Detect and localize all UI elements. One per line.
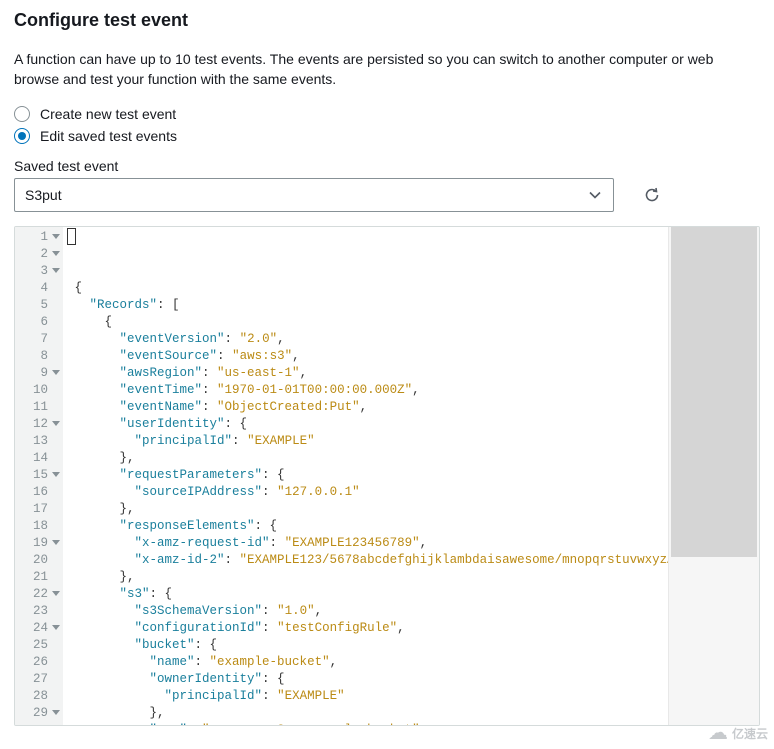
radio-icon — [14, 128, 30, 144]
editor-scrollbar-thumb[interactable] — [671, 227, 757, 557]
saved-event-label: Saved test event — [14, 158, 760, 174]
refresh-button[interactable] — [642, 185, 662, 205]
radio-label: Create new test event — [40, 106, 176, 122]
radio-icon — [14, 106, 30, 122]
editor-code[interactable]: { "Records": [ { "eventVersion": "2.0", … — [63, 227, 668, 725]
json-editor[interactable]: 1234567891011121314151617181920212223242… — [14, 226, 760, 726]
saved-event-select[interactable]: S3put — [14, 178, 614, 212]
chevron-down-icon — [585, 185, 605, 205]
editor-gutter: 1234567891011121314151617181920212223242… — [15, 227, 63, 725]
radio-label: Edit saved test events — [40, 128, 177, 144]
edit-saved-events-radio[interactable]: Edit saved test events — [14, 128, 760, 144]
editor-cursor — [67, 228, 76, 245]
cloud-icon: ☁ — [708, 723, 728, 743]
event-mode-radio-group: Create new test event Edit saved test ev… — [14, 106, 760, 144]
watermark-text: 亿速云 — [732, 725, 768, 742]
watermark: ☁ 亿速云 — [708, 723, 768, 743]
editor-scrollbar-track[interactable] — [668, 227, 759, 725]
create-new-event-radio[interactable]: Create new test event — [14, 106, 760, 122]
saved-event-select-value: S3put — [25, 187, 62, 203]
page-description: A function can have up to 10 test events… — [14, 49, 760, 90]
page-title: Configure test event — [14, 10, 760, 31]
refresh-icon — [643, 186, 661, 204]
